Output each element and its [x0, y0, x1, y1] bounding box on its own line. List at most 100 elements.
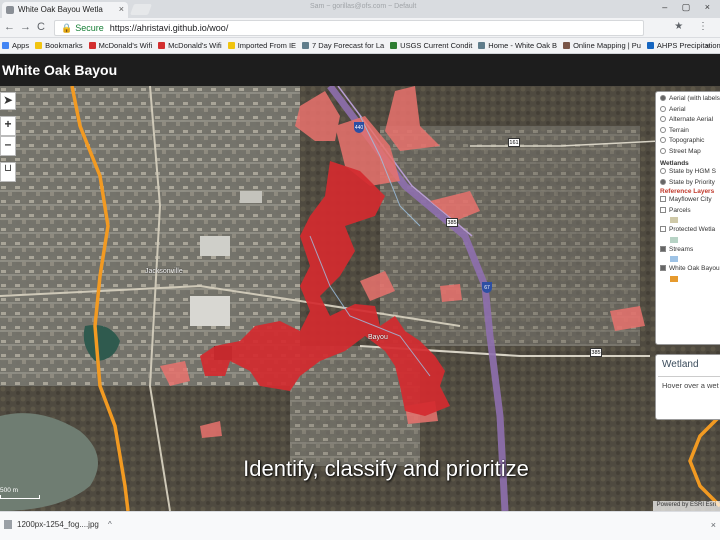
checkbox[interactable] [660, 206, 666, 213]
reference-layer-toggle-label: White Oak Bayou [669, 265, 720, 272]
bookmark-label: Home - White Oak B [488, 41, 558, 50]
wetland-panel-hint: Hover over a wet [662, 381, 719, 390]
basemap-option[interactable]: Aerial [660, 105, 720, 116]
basemap-option-label: Street Map [669, 147, 701, 155]
tab-favicon-icon [6, 6, 14, 14]
url-input[interactable]: 🔒 Secure https://ahristavi.github.io/woo/ [54, 20, 644, 36]
app-header: White Oak Bayou [0, 54, 720, 86]
map-view[interactable]: Jacksonville Bayou 161 385 440 67 385 ➤ … [0, 86, 720, 511]
bookmark-favicon-icon [302, 42, 310, 49]
bookmark-label: Apps [12, 41, 30, 50]
wetland-info-panel: Wetland Hover over a wet [655, 354, 720, 420]
bookmark-item[interactable]: USGS Current Condit [388, 38, 476, 50]
bookmark-item[interactable]: 7 Day Forecast for La [300, 38, 388, 50]
browser-menu-icons[interactable]: ★ ⋮ [674, 21, 714, 32]
radio-button[interactable] [660, 137, 666, 143]
basemap-option[interactable]: Topographic [660, 136, 720, 147]
bookmark-item[interactable]: Bookmarks [33, 38, 87, 50]
place-label-jacksonville: Jacksonville [145, 268, 183, 275]
window-title: Sam ~ gorillas@ofs.com ~ Default [310, 3, 417, 10]
new-tab-button[interactable] [129, 4, 153, 15]
download-bar-close-icon[interactable]: × [711, 520, 716, 530]
basemap-option-label: Topographic [669, 137, 705, 144]
checkbox[interactable] [660, 265, 666, 271]
download-bar: 1200px-1254_fog....jpg ^ × [0, 511, 720, 540]
app-title: White Oak Bayou [2, 62, 118, 78]
wetlands-option[interactable]: State by HGM S [660, 167, 720, 178]
reference-layer-toggle-label: Mayflower City [669, 196, 712, 203]
basemap-option-label: Terrain [669, 126, 689, 134]
basemap-option-label: Aerial [669, 105, 686, 113]
forward-arrow-icon[interactable]: → [20, 21, 31, 33]
radio-button[interactable] [660, 147, 666, 154]
bookmark-item[interactable]: McDonald's Wifi [156, 38, 226, 50]
zoom-in-button[interactable]: + [0, 116, 16, 136]
basemap-option[interactable]: Alternate Aerial [660, 115, 720, 126]
aerial-imagery [0, 86, 720, 511]
radio-button[interactable] [660, 168, 666, 174]
radio-button[interactable] [660, 95, 666, 101]
bookmark-favicon-icon [563, 42, 571, 49]
wetlands-option[interactable]: State by Priority [660, 178, 720, 189]
bookmark-label: McDonald's Wifi [98, 41, 153, 50]
wetlands-heading: Wetlands [660, 160, 689, 167]
browser-tab[interactable]: White Oak Bayou Wetla × [2, 2, 128, 18]
bookmark-favicon-icon [646, 42, 654, 49]
back-arrow-icon[interactable]: ← [4, 21, 15, 33]
bookmark-label: Imported From IE [237, 41, 297, 50]
radio-button[interactable] [660, 126, 666, 133]
basemap-option[interactable]: Terrain [660, 126, 720, 137]
reference-layer-toggle[interactable]: Streams [660, 245, 720, 256]
route-shield-icon: 385 [446, 218, 458, 227]
map-attribution[interactable]: Powered by ESRI Esri [652, 501, 720, 511]
radio-button[interactable] [660, 178, 666, 185]
basemap-option[interactable]: Street Map [660, 147, 720, 158]
slide-caption: Identify, classify and prioritize [243, 456, 529, 481]
reference-layer-toggle[interactable]: Parcels [660, 206, 720, 217]
zoom-out-button[interactable]: – [0, 136, 16, 156]
wetlands-option-label: State by HGM S [669, 168, 716, 175]
window-controls[interactable]: – ▢ × [662, 2, 716, 13]
url-text: https://ahristavi.github.io/woo/ [109, 23, 229, 33]
radio-button[interactable] [660, 105, 666, 112]
basemap-option-label: Aerial (with labels) [669, 95, 720, 102]
reference-layer-toggle[interactable]: Mayflower City [660, 195, 720, 206]
bookmark-item[interactable]: McDonald's Wifi [87, 38, 157, 50]
reference-layer-toggle[interactable]: Protected Wetla [660, 225, 720, 236]
bookmark-favicon-icon [158, 42, 166, 49]
reload-icon[interactable]: C [37, 21, 45, 33]
lock-icon: 🔒 [61, 23, 73, 33]
address-bar: ← → C 🔒 Secure https://ahristavi.github.io… [0, 18, 720, 38]
basemap-option[interactable]: Aerial (with labels) [660, 94, 720, 105]
download-menu-arrow-icon[interactable]: ^ [108, 520, 112, 529]
bookmark-label: USGS Current Condit [400, 41, 473, 50]
route-shield-icon: 161 [508, 138, 520, 147]
bookmarks-overflow-icon[interactable]: » [704, 38, 714, 50]
basemap-option-label: Alternate Aerial [669, 116, 714, 123]
home-extent-icon[interactable]: ⊔ [0, 162, 16, 182]
bookmark-item[interactable]: Apps [0, 38, 33, 50]
bookmark-favicon-icon [2, 42, 9, 49]
download-filename: 1200px-1254_fog....jpg [17, 520, 99, 529]
locate-arrow-icon[interactable]: ➤ [0, 92, 16, 110]
checkbox[interactable] [660, 196, 666, 202]
interstate-shield-icon: 67 [482, 282, 492, 293]
bookmark-item[interactable]: Imported From IE [226, 38, 300, 50]
bookmark-item[interactable]: Home - White Oak B [476, 38, 561, 50]
tab-title: White Oak Bayou Wetla [18, 5, 103, 14]
bookmark-label: Online Mapping | Pu [573, 41, 641, 50]
reference-layer-toggle-label: Streams [669, 245, 694, 253]
tab-close-icon[interactable]: × [119, 4, 124, 14]
checkbox[interactable] [660, 245, 666, 252]
download-item[interactable]: 1200px-1254_fog....jpg [4, 520, 99, 529]
bookmark-favicon-icon [227, 42, 235, 49]
reference-layer-toggle-label: Protected Wetla [669, 226, 716, 233]
reference-layer-toggle[interactable]: White Oak Bayou [660, 264, 720, 275]
browser-tab-strip: White Oak Bayou Wetla × Sam ~ gorillas@o… [0, 0, 720, 18]
checkbox[interactable] [660, 226, 666, 232]
bookmark-favicon-icon [35, 42, 43, 49]
bookmark-item[interactable]: Online Mapping | Pu [561, 38, 645, 50]
bookmark-favicon-icon [88, 42, 96, 49]
scale-bar-line [0, 495, 40, 499]
radio-button[interactable] [660, 116, 666, 122]
